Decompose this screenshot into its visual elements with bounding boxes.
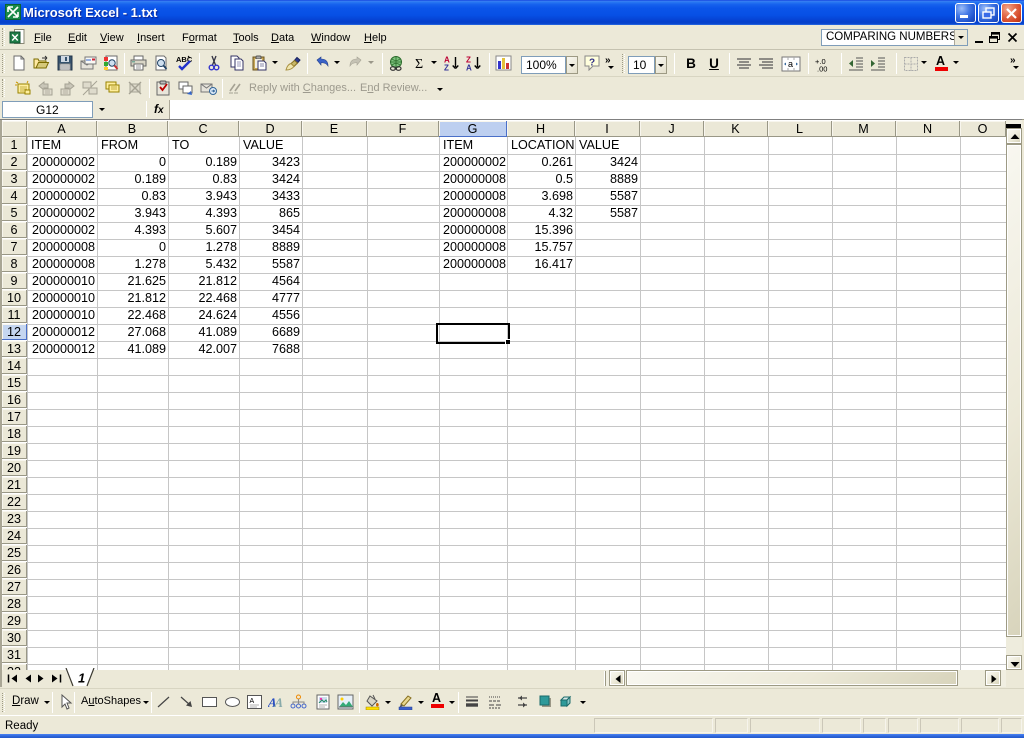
svg-text:A: A: [466, 64, 472, 72]
svg-text:A: A: [250, 698, 255, 705]
svg-text:1: 1: [78, 671, 85, 686]
svg-text:A: A: [273, 695, 284, 710]
svg-text:?: ?: [589, 58, 595, 69]
svg-text:.00: .00: [817, 65, 827, 73]
svg-text:a: a: [788, 59, 793, 69]
svg-text:Σ: Σ: [415, 57, 423, 71]
svg-text:Z: Z: [444, 64, 449, 72]
